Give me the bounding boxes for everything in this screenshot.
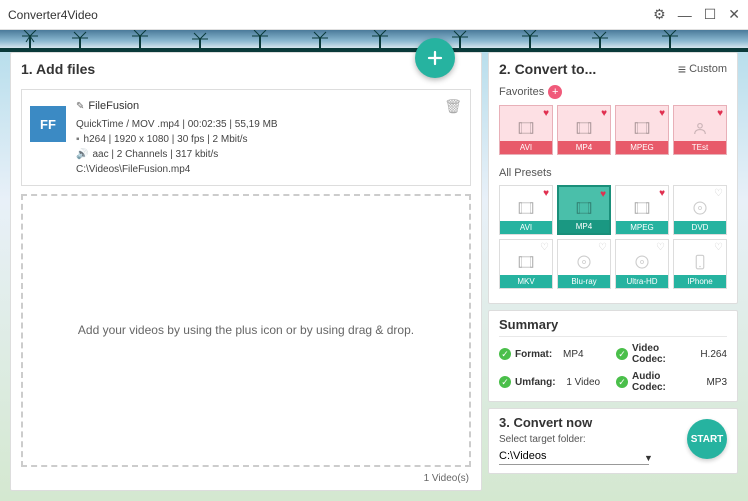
preset-label: MPEG	[616, 141, 668, 154]
minimize-button[interactable]: —	[678, 7, 692, 23]
heart-icon: ♥	[717, 108, 723, 119]
heart-icon[interactable]: ♡	[598, 242, 607, 253]
heart-icon: ♥	[659, 108, 665, 119]
preset-label: DVD	[674, 221, 726, 234]
film-icon	[575, 199, 593, 222]
preset-label: MP4	[559, 220, 609, 233]
preset-mpeg[interactable]: ♥ MPEG	[615, 105, 669, 155]
heart-icon[interactable]: ♡	[714, 242, 723, 253]
convert-to-title: 2. Convert to...	[499, 61, 678, 77]
preset-dvd[interactable]: ♡ DVD	[673, 185, 727, 235]
summary-video-codec: ✓Video Codec: H.264	[616, 343, 727, 365]
favorites-label: Favorites	[499, 86, 544, 98]
summary-title: Summary	[499, 317, 727, 337]
file-path: C:\Videos\FileFusion.mp4	[76, 162, 462, 177]
file-thumb: FF	[30, 106, 66, 142]
heart-icon[interactable]: ♡	[714, 188, 723, 199]
film-icon	[633, 119, 651, 142]
app-title: Converter4Video	[8, 8, 653, 22]
file-card[interactable]: FF ✎ FileFusion QuickTime / MOV .mp4 | 0…	[21, 89, 471, 186]
preset-avi[interactable]: ♥ AVI	[499, 105, 553, 155]
video-count: 1 Video(s)	[11, 471, 481, 490]
target-folder-select[interactable]: C:\Videos	[499, 448, 649, 465]
file-audio-info: aac | 2 Channels | 317 kbit/s	[92, 147, 218, 162]
preset-label: TEst	[674, 141, 726, 154]
preset-label: IPhone	[674, 275, 726, 288]
user-icon	[691, 119, 709, 142]
disc-icon	[575, 253, 593, 276]
close-button[interactable]: ✕	[728, 6, 740, 23]
film-icon	[517, 119, 535, 142]
maximize-button[interactable]: ☐	[704, 6, 717, 23]
preset-blu-ray[interactable]: ♡ Blu-ray	[557, 239, 611, 289]
add-favorite-button[interactable]: +	[548, 85, 562, 99]
video-icon: ▪	[76, 132, 80, 147]
heart-icon: ♥	[601, 108, 607, 119]
preset-mkv[interactable]: ♡ MKV	[499, 239, 553, 289]
preset-label: MP4	[558, 141, 610, 154]
chevron-down-icon: ▼	[644, 453, 653, 463]
summary-audio-codec: ✓Audio Codec: MP3	[616, 371, 727, 393]
preset-mpeg[interactable]: ♥ MPEG	[615, 185, 669, 235]
film-icon	[633, 199, 651, 222]
heart-icon: ♥	[543, 108, 549, 119]
preset-label: AVI	[500, 221, 552, 234]
disc-icon	[633, 253, 651, 276]
heart-icon[interactable]: ♥	[543, 188, 549, 199]
preset-label: Ultra-HD	[616, 275, 668, 288]
heart-icon[interactable]: ♡	[656, 242, 665, 253]
summary-umfang: ✓Umfang: 1 Video	[499, 371, 610, 393]
pencil-icon[interactable]: ✎	[76, 99, 84, 114]
all-presets-label: All Presets	[499, 167, 552, 179]
file-meta: QuickTime / MOV .mp4 | 00:02:35 | 55,19 …	[76, 117, 462, 132]
drop-zone[interactable]: Add your videos by using the plus icon o…	[21, 194, 471, 468]
preset-label: MKV	[500, 275, 552, 288]
preset-avi[interactable]: ♥ AVI	[499, 185, 553, 235]
film-icon	[575, 119, 593, 142]
preset-test[interactable]: ♥ TEst	[673, 105, 727, 155]
film-icon	[517, 199, 535, 222]
preset-iphone[interactable]: ♡ IPhone	[673, 239, 727, 289]
preset-label: MPEG	[616, 221, 668, 234]
file-name: FileFusion	[88, 98, 139, 115]
header-banner	[0, 30, 748, 52]
preset-ultra-hd[interactable]: ♡ Ultra-HD	[615, 239, 669, 289]
add-button[interactable]	[415, 38, 455, 78]
start-button[interactable]: START	[687, 419, 727, 459]
summary-format: ✓Format: MP4	[499, 343, 610, 365]
heart-icon[interactable]: ♥	[659, 188, 665, 199]
disc-icon	[691, 199, 709, 222]
file-video-info: h264 | 1920 x 1080 | 30 fps | 2 Mbit/s	[84, 132, 248, 147]
gear-icon[interactable]: ⚙	[653, 6, 666, 23]
preset-label: Blu-ray	[558, 275, 610, 288]
heart-icon[interactable]: ♡	[540, 242, 549, 253]
drop-hint: Add your videos by using the plus icon o…	[78, 323, 414, 337]
custom-button[interactable]: Custom	[678, 61, 727, 77]
audio-icon: 🔊	[76, 147, 88, 162]
preset-mp4[interactable]: ♥ MP4	[557, 105, 611, 155]
phone-icon	[691, 253, 709, 276]
preset-mp4[interactable]: ♥ MP4	[557, 185, 611, 235]
heart-icon[interactable]: ♥	[600, 189, 606, 200]
add-files-title: 1. Add files	[21, 61, 471, 77]
trash-icon[interactable]: 🗑	[444, 98, 462, 115]
preset-label: AVI	[500, 141, 552, 154]
film-icon	[517, 253, 535, 276]
